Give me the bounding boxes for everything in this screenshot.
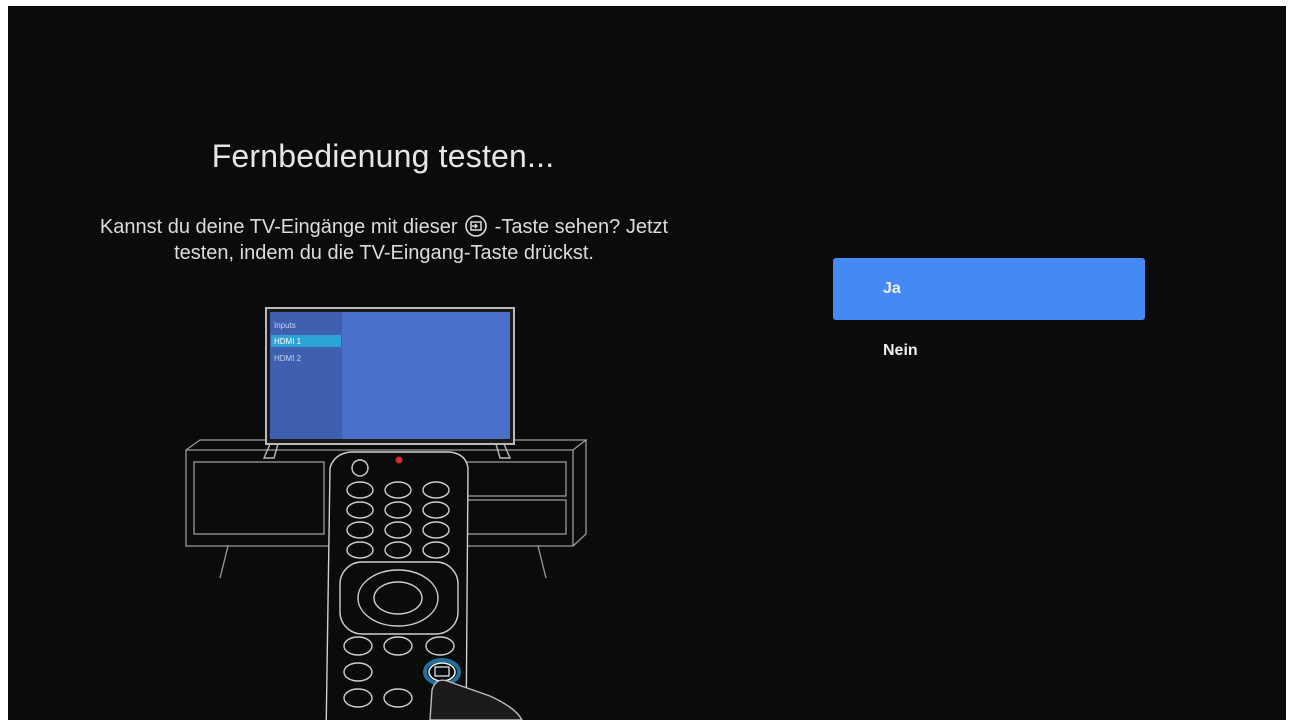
tv-illustration — [262, 307, 515, 459]
page-title: Fernbedienung testen... — [211, 138, 555, 174]
option-yes-button[interactable]: Ja — [833, 258, 1145, 320]
setup-screen: Fernbedienung testen... Kannst du deine … — [8, 6, 1286, 720]
description-text-line2: testen, indem du die TV-Eingang-Taste dr… — [174, 242, 594, 264]
remote-tv-illustration: Inputs HDMI 1 HDMI 2 — [185, 307, 588, 720]
options-list: Ja Nein — [833, 258, 1145, 382]
page-description: Kannst du deine TV-Eingänge mit dieser -… — [28, 214, 740, 266]
tv-menu-item-hdmi1: HDMI 1 — [274, 337, 302, 346]
description-text-part2: -Taste sehen? Jetzt — [494, 216, 669, 238]
input-source-icon — [465, 215, 487, 237]
hand-illustration — [429, 679, 523, 720]
tv-menu-header: Inputs — [274, 321, 296, 330]
option-no-button[interactable]: Nein — [833, 320, 1145, 382]
tv-menu-item-hdmi2: HDMI 2 — [274, 354, 302, 363]
description-text-part1: Kannst du deine TV-Eingänge mit dieser — [99, 216, 458, 238]
